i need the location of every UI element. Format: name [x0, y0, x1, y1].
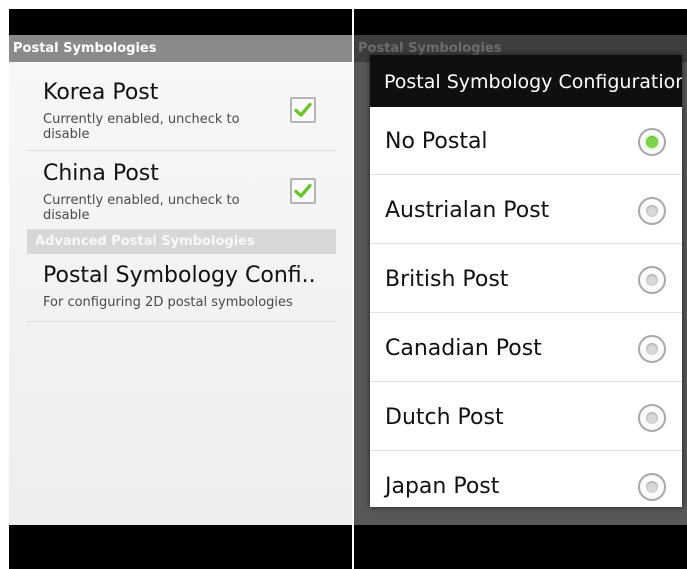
status-bar: [354, 9, 687, 35]
pref-summary: Currently enabled, uncheck to disable: [43, 193, 240, 223]
option-austrialan-post[interactable]: Austrialan Post: [370, 176, 682, 244]
radio-dot: [646, 412, 658, 424]
option-british-post[interactable]: British Post: [370, 245, 682, 313]
radio-button-icon[interactable]: [638, 197, 666, 225]
option-japan-post[interactable]: Japan Post: [370, 452, 682, 507]
pref-postal-symbology-config[interactable]: Postal Symbology Confi.. For configuring…: [27, 255, 336, 322]
pref-title: Postal Symbology Confi..: [43, 263, 316, 288]
option-label: Japan Post: [385, 474, 500, 499]
pref-title: Korea Post: [43, 80, 159, 105]
radio-button-icon[interactable]: [638, 335, 666, 363]
navigation-bar: [9, 525, 352, 569]
option-label: Austrialan Post: [385, 198, 550, 223]
dialog-title: Postal Symbology Configuration: [370, 55, 682, 107]
configuration-dialog-screen: Postal Symbologies Postal Symbology Conf…: [354, 9, 687, 569]
pref-summary: For configuring 2D postal symbologies: [43, 295, 293, 310]
screenshot-frame: Postal Symbologies Korea Post Currently …: [0, 0, 687, 569]
korea-post-checkbox[interactable]: [290, 97, 316, 123]
checkmark-icon: [294, 183, 312, 198]
checkmark-icon: [294, 102, 312, 117]
option-canadian-post[interactable]: Canadian Post: [370, 314, 682, 382]
pref-korea-post[interactable]: Korea Post Currently enabled, uncheck to…: [27, 70, 336, 151]
radio-button-icon[interactable]: [638, 404, 666, 432]
radio-dot: [646, 205, 658, 217]
option-label: No Postal: [385, 129, 488, 154]
postal-symbology-dialog: Postal Symbology Configuration No Postal…: [370, 55, 682, 507]
radio-button-icon[interactable]: [638, 128, 666, 156]
option-label: Dutch Post: [385, 405, 504, 430]
radio-button-icon[interactable]: [638, 473, 666, 501]
screen-title: Postal Symbologies: [9, 35, 352, 62]
navigation-bar: [354, 525, 687, 569]
option-dutch-post[interactable]: Dutch Post: [370, 383, 682, 451]
option-label: Canadian Post: [385, 336, 542, 361]
status-bar: [9, 9, 352, 35]
radio-dot: [646, 136, 658, 148]
radio-dot: [646, 274, 658, 286]
option-label: British Post: [385, 267, 509, 292]
pref-china-post[interactable]: China Post Currently enabled, uncheck to…: [27, 151, 336, 230]
option-no-postal[interactable]: No Postal: [370, 107, 682, 175]
preference-list: Korea Post Currently enabled, uncheck to…: [9, 62, 352, 525]
radio-dot: [646, 343, 658, 355]
postal-symbologies-screen: Postal Symbologies Korea Post Currently …: [9, 9, 352, 569]
china-post-checkbox[interactable]: [290, 178, 316, 204]
radio-dot: [646, 481, 658, 493]
pref-title: China Post: [43, 161, 159, 186]
category-header: Advanced Postal Symbologies: [27, 230, 336, 254]
radio-button-icon[interactable]: [638, 266, 666, 294]
pref-summary: Currently enabled, uncheck to disable: [43, 112, 240, 142]
